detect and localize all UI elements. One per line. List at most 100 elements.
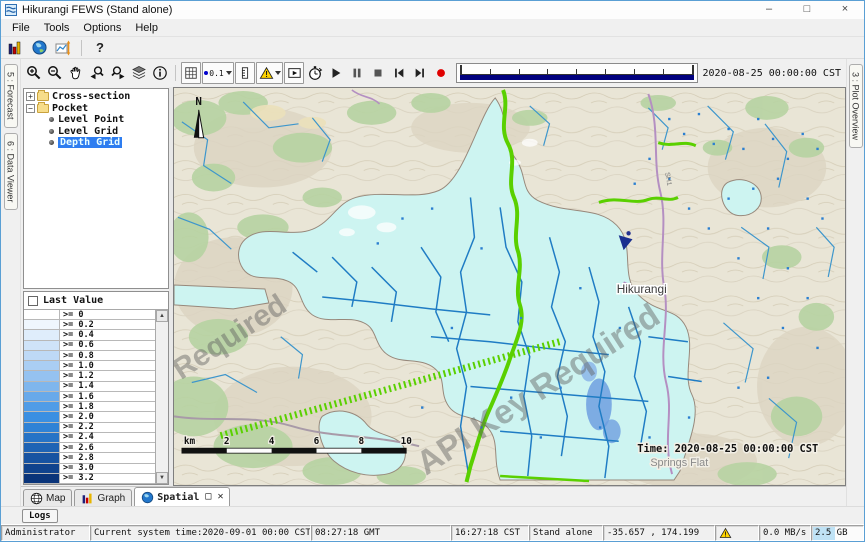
legend-row[interactable]: >= 2.6 [24,443,155,453]
step-back-button[interactable] [389,62,409,84]
status-mode: Stand alone [529,525,603,541]
legend-color-swatch [24,474,60,483]
info-button[interactable] [150,62,170,84]
tree-item-depth-grid[interactable]: Depth Grid [26,137,168,149]
map-display-button[interactable] [29,39,49,57]
close-icon[interactable]: ✕ [217,492,223,502]
legend-scrollbar[interactable]: ▲ ▼ [155,310,168,484]
legend-color-swatch [24,412,60,421]
svg-text:8: 8 [359,436,365,447]
pause-button[interactable] [347,62,367,84]
tab-graph[interactable]: Graph [74,489,132,506]
legend-row[interactable]: >= 2.4 [24,433,155,443]
chevron-down-icon [275,71,281,75]
play-button[interactable] [326,62,346,84]
grid-display-button[interactable] [181,62,201,84]
contour-value-dropdown[interactable]: 0.1 [202,62,234,84]
grid-icon [184,66,198,80]
stop-button[interactable] [368,62,388,84]
menu-help[interactable]: Help [128,21,165,35]
legend-row[interactable]: >= 0.8 [24,351,155,361]
database-viewer-button[interactable] [5,39,25,57]
maximize-button[interactable]: □ [788,1,826,19]
current-time-label: 2020-08-25 00:00:00 CST [703,68,841,79]
map-view[interactable]: Hikurangi Springs Flat SH1 API Key Requi… [173,87,846,486]
restore-icon[interactable]: □ [205,492,211,502]
record-button[interactable] [431,62,451,84]
status-warning[interactable]: ! [715,525,759,541]
minimize-button[interactable]: – [750,1,788,19]
svg-text:N: N [195,95,202,108]
legend-row[interactable]: >= 3.0 [24,464,155,474]
left-panel: +Cross-section −Pocket Level Point Level… [21,87,169,486]
legend-row[interactable]: >= 0.4 [24,330,155,340]
step-forward-button[interactable] [410,62,430,84]
scroll-down-icon[interactable]: ▼ [156,472,168,484]
legend-panel: Last Value >= 0>= 0.2>= 0.4>= 0.6>= 0.8>… [23,291,169,485]
legend-row[interactable]: >= 2.8 [24,453,155,463]
zoom-out-button[interactable] [45,62,65,84]
logs-button[interactable]: Logs [22,509,58,523]
timeline-ruler [460,66,694,75]
legend-row-label: >= 2.2 [60,423,155,432]
collapse-icon[interactable]: − [26,104,35,113]
timeline-slider[interactable] [456,63,698,83]
status-user: Administrator [1,525,90,541]
legend-row-label: >= 1.6 [60,392,155,401]
pan-button[interactable] [66,62,86,84]
warning-dropdown[interactable]: ! [256,62,283,84]
tree-item-label: Level Point [58,114,124,125]
legend-row[interactable]: >= 1.4 [24,382,155,392]
zoom-next-icon [110,65,126,81]
legend-row[interactable]: >= 0.6 [24,341,155,351]
zoom-next-button[interactable] [108,62,128,84]
tab-forecast[interactable]: 5 : Forecast [4,64,18,128]
legend-row[interactable]: >= 1.8 [24,402,155,412]
legend-row[interactable]: >= 2.2 [24,423,155,433]
legend-color-swatch [24,371,60,380]
tree-item-pocket[interactable]: −Pocket [26,103,168,115]
legend-row-label: >= 1.0 [60,361,155,370]
tree-item-cross-section[interactable]: +Cross-section [26,91,168,103]
legend-row[interactable]: >= 1.6 [24,392,155,402]
legend-row[interactable]: >= 1.0 [24,361,155,371]
zoom-in-button[interactable] [24,62,44,84]
pause-icon [350,66,364,80]
legend-row[interactable]: >= 3.2 [24,474,155,484]
town-label: Hikurangi [617,282,667,296]
last-value-checkbox[interactable] [28,296,38,306]
expand-icon[interactable]: + [26,92,35,101]
menu-options[interactable]: Options [76,21,128,35]
main-toolbar: ? [1,37,864,59]
timer-button[interactable] [305,62,325,84]
legend-color-swatch [24,351,60,360]
close-button[interactable]: × [826,1,864,19]
legend-row-label: >= 1.2 [60,371,155,380]
animation-button[interactable] [284,62,304,84]
tab-plot-overview[interactable]: 3 : Plot Overview [849,64,863,148]
legend-row[interactable]: >= 0.2 [24,320,155,330]
record-icon [434,66,448,80]
layers-button[interactable] [129,62,149,84]
skip-start-icon [392,66,406,80]
zoom-previous-icon [89,65,105,81]
legend-row[interactable]: >= 1.2 [24,371,155,381]
tree-item-level-point[interactable]: Level Point [26,114,168,126]
spatial-display-button[interactable] [53,39,73,57]
legend-color-swatch [24,443,60,452]
warning-icon: ! [259,66,274,80]
legend-color-swatch [24,433,60,442]
legend-row[interactable]: >= 2.0 [24,412,155,422]
menu-tools[interactable]: Tools [37,21,77,35]
legend-row[interactable]: >= 0 [24,310,155,320]
tab-data-viewer[interactable]: 6 : Data Viewer [4,133,18,210]
tree-item-level-grid[interactable]: Level Grid [26,126,168,138]
ruler-button[interactable] [235,62,255,84]
zoom-previous-button[interactable] [87,62,107,84]
scroll-up-icon[interactable]: ▲ [156,310,168,322]
tab-map[interactable]: Map [23,489,72,506]
folder-icon [37,92,49,101]
menu-file[interactable]: File [5,21,37,35]
tab-spatial[interactable]: Spatial □ ✕ [134,487,230,506]
help-button[interactable]: ? [90,39,110,57]
